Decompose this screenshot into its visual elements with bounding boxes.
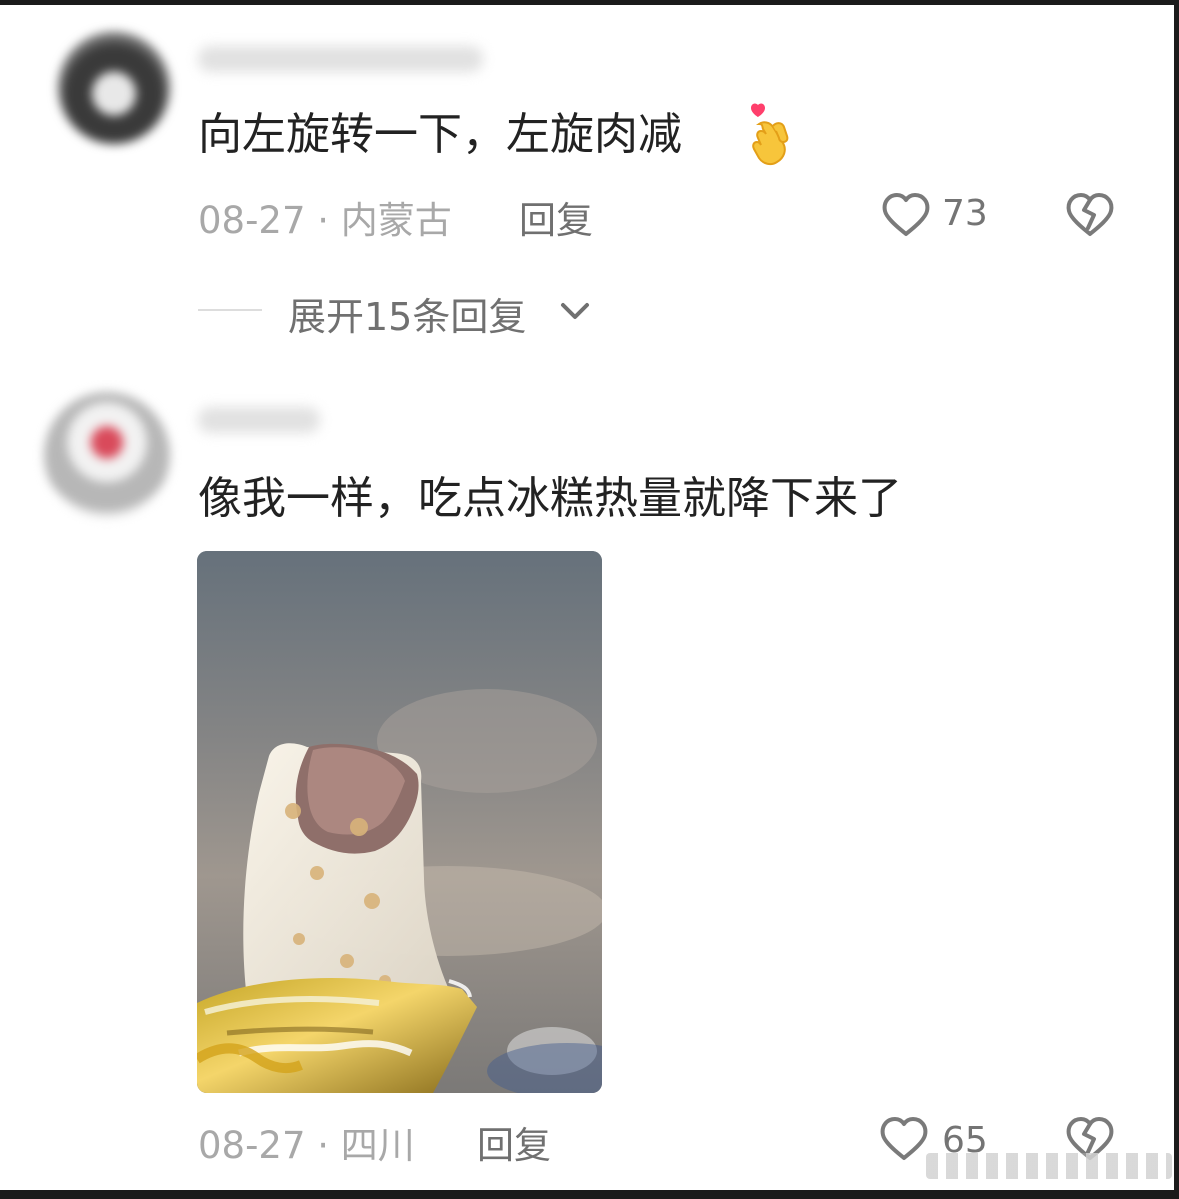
expand-replies-button[interactable]: 展开15条回复 (288, 286, 526, 341)
reply-button[interactable]: 回复 (519, 190, 593, 244)
heart-icon[interactable] (878, 1114, 930, 1162)
finger-heart-emoji (751, 103, 789, 166)
top-frame (0, 0, 1179, 5)
comment-text: 像我一样，吃点冰糕热量就降下来了 (198, 473, 902, 524)
ice-cream-photo[interactable] (197, 551, 602, 1093)
chevron-down-icon (561, 303, 589, 319)
like-count: 73 (942, 193, 988, 234)
ice-cream-illustration (197, 551, 602, 1093)
reply-button[interactable]: 回复 (477, 1115, 551, 1169)
comment-date-location: 08-27 · 四川 (198, 1124, 415, 1167)
comment-text: 向左旋转一下，左旋肉减 (198, 109, 682, 160)
username-blurred (198, 46, 483, 72)
username-blurred (198, 407, 320, 433)
heart-icon[interactable] (880, 190, 932, 238)
right-frame (1174, 0, 1179, 1199)
watermark-overlay (926, 1153, 1172, 1179)
broken-heart-icon[interactable] (1064, 190, 1116, 238)
comment-date-location: 08-27 · 内蒙古 (198, 199, 452, 242)
bottom-frame (0, 1190, 1179, 1199)
expand-line (198, 309, 262, 311)
avatar-icon[interactable] (44, 392, 170, 518)
avatar-icon[interactable] (58, 32, 170, 144)
